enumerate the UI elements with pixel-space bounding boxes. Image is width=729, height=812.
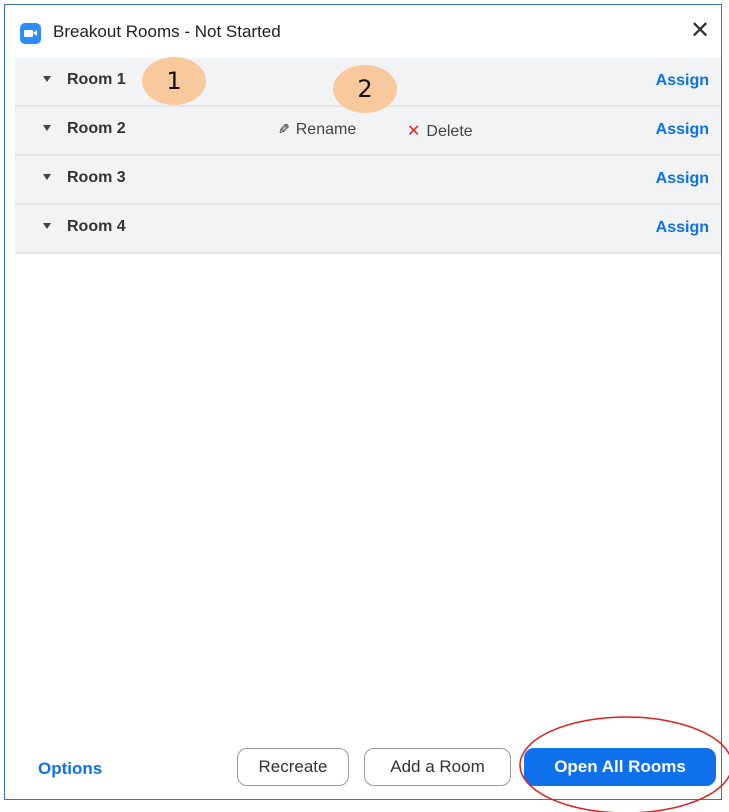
room-name: Room 3	[67, 169, 126, 186]
add-room-button[interactable]: Add a Room	[364, 748, 511, 786]
assign-link[interactable]: Assign	[656, 170, 709, 188]
recreate-button[interactable]: Recreate	[237, 748, 349, 786]
room-row-4[interactable]: Room 4 Assign	[15, 205, 721, 254]
room-name: Room 4	[67, 218, 126, 235]
room-row-3[interactable]: Room 3 Assign	[15, 156, 721, 205]
close-icon: ✕	[689, 17, 711, 44]
rename-button[interactable]: ✎ Rename	[278, 121, 356, 139]
open-all-rooms-button[interactable]: Open All Rooms	[524, 748, 716, 786]
annotation-badge-1: 1	[142, 57, 206, 105]
close-button[interactable]: ✕	[685, 17, 715, 47]
assign-link[interactable]: Assign	[656, 121, 709, 139]
caret-down-icon[interactable]	[43, 125, 51, 131]
delete-button[interactable]: ✕ Delete	[407, 121, 473, 141]
pencil-icon: ✎	[278, 121, 290, 137]
options-link[interactable]: Options	[38, 759, 102, 779]
title-bar: Breakout Rooms - Not Started ✕	[5, 5, 721, 57]
rename-label: Rename	[295, 121, 357, 138]
assign-link[interactable]: Assign	[656, 72, 709, 90]
room-row-2[interactable]: Room 2 ✎ Rename ✕ Delete Assign	[15, 107, 721, 156]
zoom-app-icon	[20, 23, 41, 44]
caret-down-icon[interactable]	[43, 223, 51, 229]
window-title: Breakout Rooms - Not Started	[53, 22, 281, 41]
room-name: Room 2	[67, 120, 126, 137]
annotation-badge-2: 2	[333, 65, 397, 113]
room-name: Room 1	[67, 71, 126, 88]
breakout-rooms-window: Breakout Rooms - Not Started ✕ Room 1 As…	[4, 4, 722, 800]
delete-label: Delete	[426, 123, 473, 140]
assign-link[interactable]: Assign	[656, 219, 709, 237]
camera-body-shape	[24, 30, 33, 37]
caret-down-icon[interactable]	[43, 174, 51, 180]
x-icon: ✕	[407, 123, 421, 140]
camera-lens-shape	[33, 30, 37, 36]
caret-down-icon[interactable]	[43, 76, 51, 82]
footer-bar: Options Recreate Add a Room Open All Roo…	[5, 739, 721, 799]
